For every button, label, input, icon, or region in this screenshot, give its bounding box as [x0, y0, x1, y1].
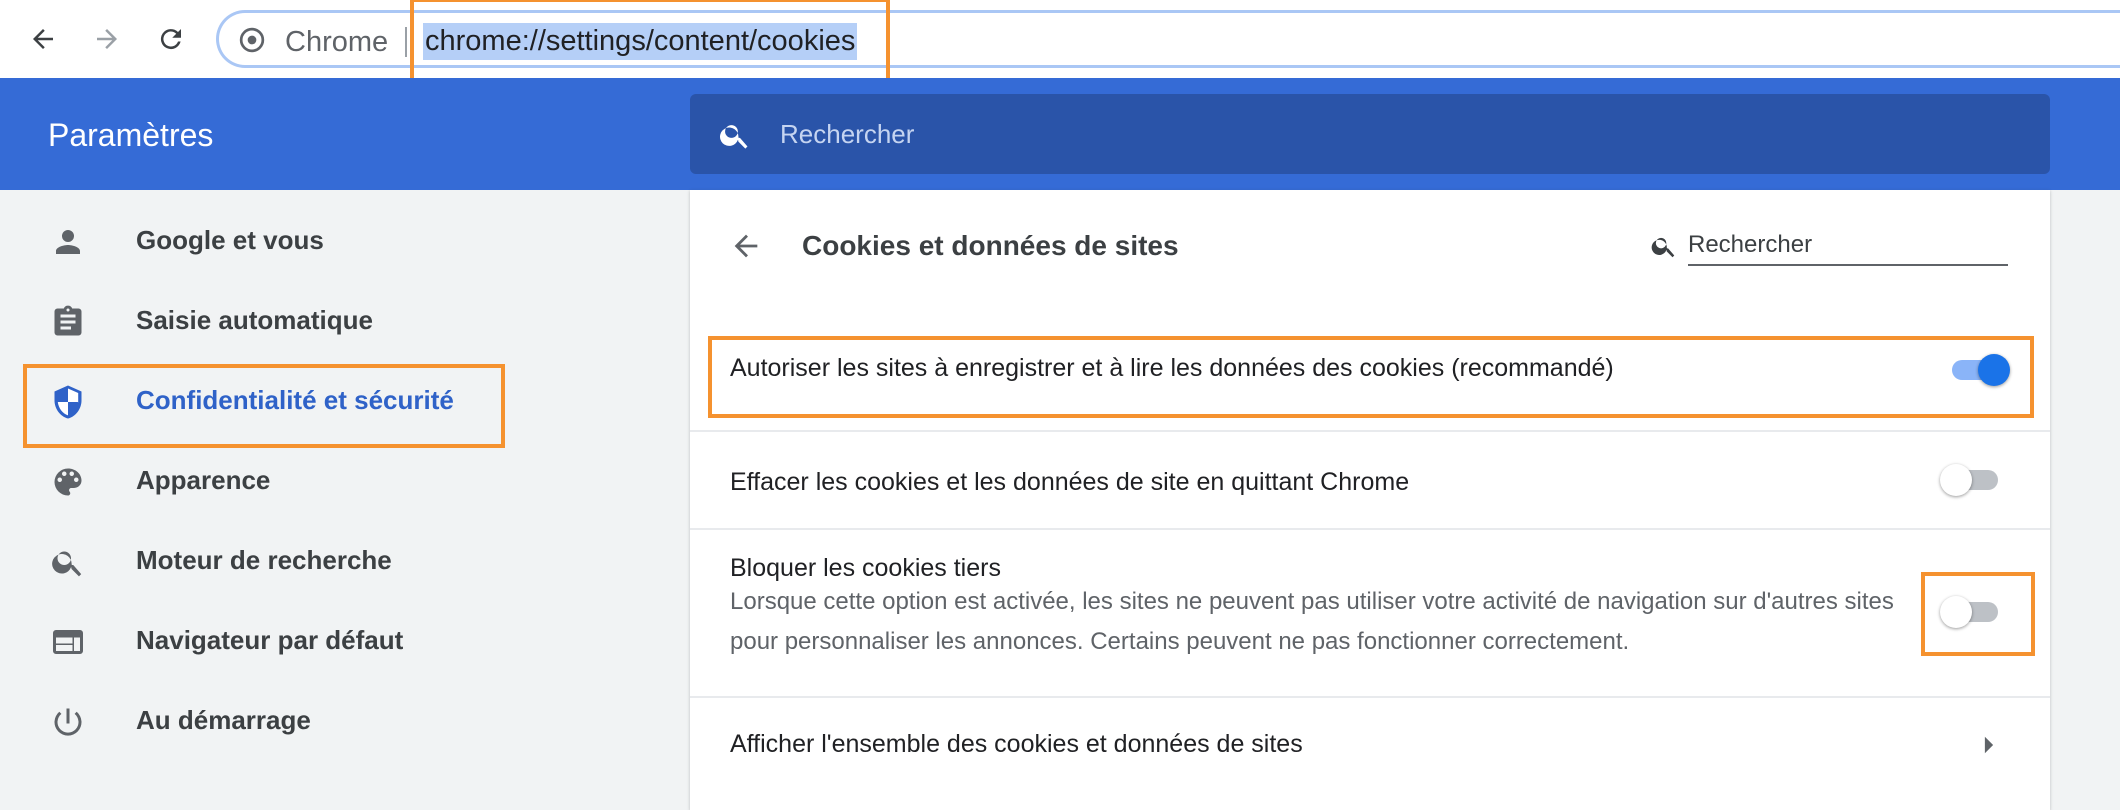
shield-icon [50, 384, 86, 420]
sidebar-item-autofill[interactable]: Saisie automatique [0, 278, 690, 358]
forward-button[interactable] [82, 14, 132, 64]
toggle-clear-on-exit[interactable] [1940, 462, 2002, 496]
arrow-left-icon [33, 29, 53, 49]
sidebar-item-google[interactable]: Google et vous [0, 198, 690, 278]
search-icon [1650, 232, 1678, 265]
sidebar-item-label: Saisie automatique [136, 305, 373, 335]
cookies-search[interactable] [1650, 220, 2010, 272]
setting-label: Effacer les cookies et les données de si… [730, 468, 1410, 496]
toggle-allow-cookies[interactable] [1948, 352, 2010, 386]
section-title: Cookies et données de sites [802, 230, 1179, 261]
page-title: Paramètres [48, 117, 214, 153]
setting-label: Afficher l'ensemble des cookies et donné… [730, 730, 1303, 758]
reload-icon [160, 29, 181, 50]
sidebar-item-label: Navigateur par défaut [136, 625, 404, 655]
settings-search[interactable] [690, 94, 2050, 174]
settings-header: Paramètres [0, 78, 2120, 190]
cookies-search-input[interactable] [1688, 226, 2008, 266]
sidebar-item-label: Moteur de recherche [136, 545, 392, 575]
person-icon [50, 224, 86, 260]
sidebar-item-default-browser[interactable]: Navigateur par défaut [0, 598, 690, 678]
arrow-left-icon [734, 234, 758, 258]
power-icon [50, 704, 86, 740]
arrow-right-icon [97, 29, 117, 49]
setting-label: Autoriser les sites à enregistrer et à l… [730, 354, 1614, 382]
sidebar-item-search-engine[interactable]: Moteur de recherche [0, 518, 690, 598]
sidebar-item-appearance[interactable]: Apparence [0, 438, 690, 518]
setting-row-allow-cookies[interactable]: Autoriser les sites à enregistrer et à l… [690, 332, 2050, 432]
chrome-logo-icon [239, 27, 265, 58]
address-bar-separator [405, 27, 407, 57]
settings-search-input[interactable] [780, 112, 1980, 156]
browser-window-icon [50, 624, 86, 660]
browser-toolbar: Chrome chrome://settings/content/cookies [0, 0, 2120, 78]
setting-row-clear-on-exit[interactable]: Effacer les cookies et les données de si… [690, 430, 2050, 528]
setting-row-block-third-party[interactable]: Bloquer les cookies tiers Lorsque cette … [690, 528, 2050, 696]
sidebar-item-privacy[interactable]: Confidentialité et sécurité [0, 358, 690, 438]
sidebar-item-label: Au démarrage [136, 705, 311, 735]
reload-button[interactable] [146, 14, 196, 64]
url-text[interactable]: chrome://settings/content/cookies [423, 23, 858, 60]
setting-description: Lorsque cette option est activée, les si… [730, 588, 1894, 655]
back-button[interactable] [18, 14, 68, 64]
toggle-block-third-party[interactable] [1940, 594, 2002, 628]
toggle-knob [1940, 596, 1972, 628]
palette-icon [50, 464, 86, 500]
search-icon [718, 118, 752, 157]
toggle-knob [1940, 464, 1972, 496]
setting-label: Bloquer les cookies tiers [730, 554, 1001, 582]
address-bar[interactable]: Chrome chrome://settings/content/cookies [216, 10, 2120, 68]
address-bar-site-label: Chrome [285, 26, 389, 58]
sidebar-item-label: Google et vous [136, 225, 324, 255]
sidebar-item-label: Confidentialité et sécurité [136, 385, 454, 415]
sidebar: Google et vous Saisie automatique Confid… [0, 190, 690, 810]
toggle-knob [1978, 354, 2010, 386]
search-icon [50, 544, 86, 580]
chevron-right-icon [1982, 734, 1996, 761]
sidebar-item-startup[interactable]: Au démarrage [0, 678, 690, 758]
setting-row-see-all-cookies[interactable]: Afficher l'ensemble des cookies et donné… [690, 696, 2050, 794]
clipboard-icon [50, 304, 86, 340]
cookies-settings-card: Cookies et données de sites Autoriser le… [690, 190, 2050, 810]
sidebar-item-label: Apparence [136, 465, 271, 495]
back-button[interactable] [726, 226, 766, 266]
